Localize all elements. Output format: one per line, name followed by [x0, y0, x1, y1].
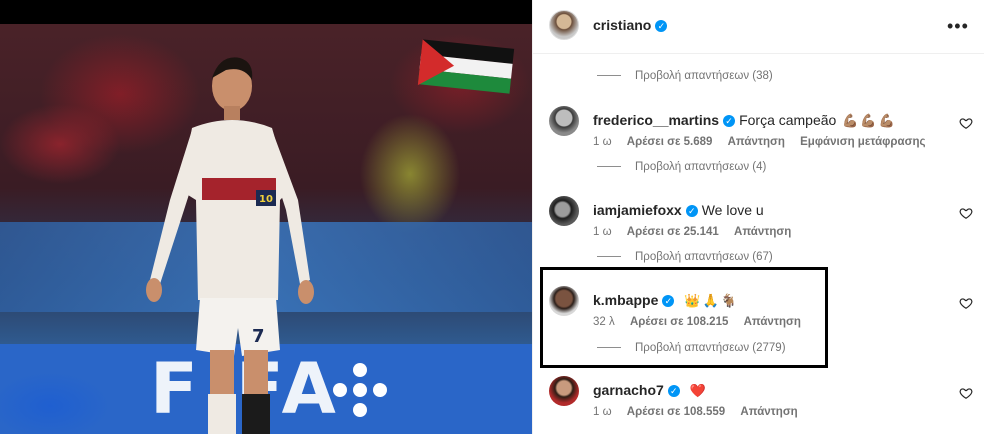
comment-likes[interactable]: Αρέσει σε 5.689 [627, 136, 713, 148]
commenter-avatar[interactable] [549, 106, 579, 136]
comment-emoji: ❤️ [689, 383, 706, 398]
armband-number: 10 [259, 194, 273, 205]
comment-item: k.mbappe ✓ 👑 🙏 🐐 32 λ Αρέσει σε 108.215 Απά… [533, 286, 984, 336]
comment-time: 1 ω [593, 136, 612, 148]
reply-button[interactable]: Απάντηση [734, 226, 791, 238]
comment-emoji: 👑 🙏 🐐 [684, 293, 737, 308]
comment-line: k.mbappe ✓ 👑 🙏 🐐 [593, 292, 737, 309]
comment-likes[interactable]: Αρέσει σε 108.215 [630, 316, 728, 328]
see-translation-button[interactable]: Εμφάνιση μετάφρασης [800, 136, 925, 148]
post-photo: FIFA 7 10 [0, 0, 532, 434]
comments-panel: cristiano ✓ ••• Προβολή απαντήσεων (38) f… [532, 0, 984, 434]
comment-meta: 1 ω Αρέσει σε 5.689 Απάντηση Εμφάνιση με… [593, 136, 937, 148]
view-replies-button[interactable]: Προβολή απαντήσεων (67) [597, 251, 773, 267]
view-replies-button[interactable]: Προβολή απαντήσεων (2779) [597, 342, 786, 358]
comment-meta: 1 ω Αρέσει σε 108.559 Απάντηση [593, 406, 810, 418]
comment-item: iamjamiefoxx ✓ We love u 1 ω Αρέσει σε 25.… [533, 196, 984, 246]
view-replies-label: Προβολή απαντήσεων (67) [635, 251, 773, 263]
comment-likes[interactable]: Αρέσει σε 25.141 [627, 226, 719, 238]
comment-username[interactable]: iamjamiefoxx [593, 202, 682, 218]
post-author-row: cristiano ✓ [593, 17, 668, 33]
comment-line: frederico__martins ✓ Força campeão 💪🏽 💪🏽 💪🏽 [593, 112, 895, 129]
comment-time: 1 ω [593, 226, 612, 238]
verified-icon: ✓ [662, 295, 675, 308]
verified-icon: ✓ [723, 115, 736, 128]
view-replies-label: Προβολή απαντήσεων (38) [635, 70, 773, 82]
player-figure: 7 10 [146, 57, 314, 434]
background-player [0, 366, 120, 434]
banner-dots-graphic [333, 363, 387, 417]
heart-outline-icon[interactable] [959, 386, 973, 400]
replies-dash [597, 75, 621, 77]
view-replies-button[interactable]: Προβολή απαντήσεων (38) [597, 70, 773, 86]
view-replies-label: Προβολή απαντήσεων (2779) [635, 342, 786, 354]
view-replies-label: Προβολή απαντήσεων (4) [635, 161, 767, 173]
heart-outline-icon[interactable] [959, 206, 973, 220]
comment-item: frederico__martins ✓ Força campeão 💪🏽 💪🏽 💪🏽 … [533, 106, 984, 156]
comment-time: 32 λ [593, 316, 615, 328]
comment-likes[interactable]: Αρέσει σε 108.559 [627, 406, 725, 418]
comment-meta: 32 λ Αρέσει σε 108.215 Απάντηση [593, 316, 813, 328]
post-header: cristiano ✓ ••• [533, 0, 984, 54]
comment-time: 1 ω [593, 406, 612, 418]
comment-meta: 1 ω Αρέσει σε 25.141 Απάντηση [593, 226, 803, 238]
comment-text: We love u [701, 202, 764, 218]
heart-outline-icon[interactable] [959, 296, 973, 310]
comment-item: garnacho7 ✓ ❤️ 1 ω Αρέσει σε 108.559 Απάν… [533, 376, 984, 426]
comment-text: Força campeão [739, 112, 837, 128]
verified-icon: ✓ [685, 205, 698, 218]
heart-outline-icon[interactable] [959, 116, 973, 130]
comment-line: garnacho7 ✓ ❤️ [593, 382, 706, 399]
comment-line: iamjamiefoxx ✓ We love u [593, 202, 764, 218]
replies-dash [597, 347, 621, 349]
reply-button[interactable]: Απάντηση [740, 406, 797, 418]
photo-top-bar [0, 0, 532, 24]
comment-username[interactable]: garnacho7 [593, 382, 664, 398]
replies-dash [597, 256, 621, 258]
commenter-avatar[interactable] [549, 286, 579, 316]
more-options-icon[interactable]: ••• [947, 16, 969, 37]
commenter-avatar[interactable] [549, 196, 579, 226]
verified-icon: ✓ [655, 20, 668, 33]
author-avatar[interactable] [549, 10, 579, 40]
comment-username[interactable]: k.mbappe [593, 292, 658, 308]
crowd-flag [417, 39, 515, 94]
view-replies-button[interactable]: Προβολή απαντήσεων (4) [597, 161, 766, 177]
comment-emoji: 💪🏽 💪🏽 💪🏽 [842, 113, 895, 128]
reply-button[interactable]: Απάντηση [728, 136, 785, 148]
commenter-avatar[interactable] [549, 376, 579, 406]
shorts-number: 7 [252, 326, 265, 347]
reply-button[interactable]: Απάντηση [744, 316, 801, 328]
post-author-username[interactable]: cristiano [593, 17, 651, 33]
replies-dash [597, 166, 621, 168]
comment-username[interactable]: frederico__martins [593, 112, 719, 128]
verified-icon: ✓ [667, 385, 680, 398]
